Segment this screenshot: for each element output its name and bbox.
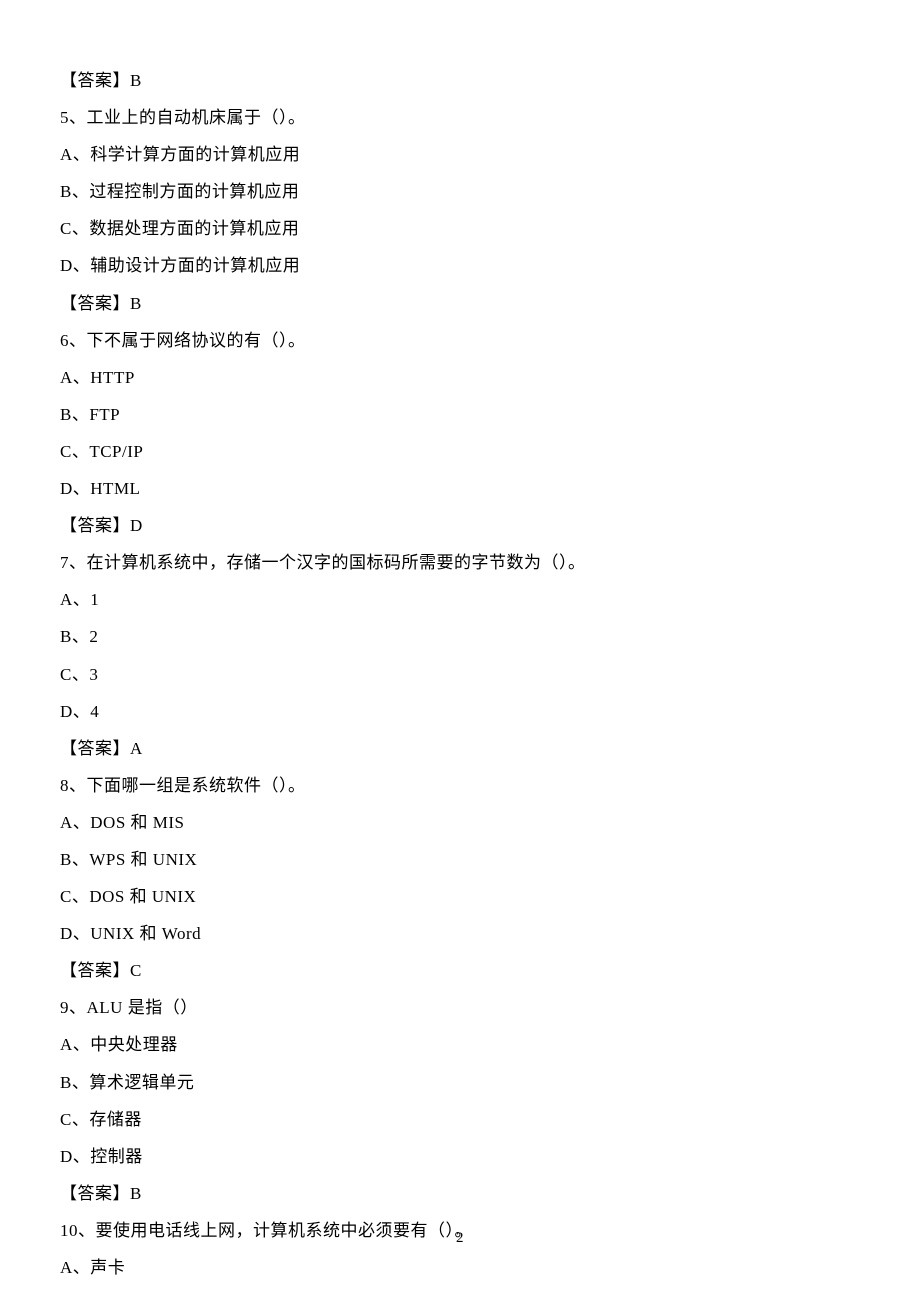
text-line: C、DOS 和 UNIX [60, 886, 860, 908]
text-line: B、过程控制方面的计算机应用 [60, 181, 860, 203]
text-line: 【答案】A [60, 738, 860, 760]
text-line: 6、下不属于网络协议的有（）。 [60, 330, 860, 352]
text-line: C、TCP/IP [60, 441, 860, 463]
document-content: 【答案】B 5、工业上的自动机床属于（）。 A、科学计算方面的计算机应用 B、过… [60, 70, 860, 1279]
text-line: D、辅助设计方面的计算机应用 [60, 255, 860, 277]
text-line: D、4 [60, 701, 860, 723]
text-line: 9、ALU 是指（） [60, 997, 860, 1019]
text-line: C、数据处理方面的计算机应用 [60, 218, 860, 240]
text-line: B、算术逻辑单元 [60, 1072, 860, 1094]
text-line: A、DOS 和 MIS [60, 812, 860, 834]
text-line: D、HTML [60, 478, 860, 500]
text-line: 8、下面哪一组是系统软件（）。 [60, 775, 860, 797]
text-line: C、3 [60, 664, 860, 686]
text-line: C、存储器 [60, 1109, 860, 1131]
text-line: 7、在计算机系统中，存储一个汉字的国标码所需要的字节数为（）。 [60, 552, 860, 574]
text-line: A、中央处理器 [60, 1034, 860, 1056]
text-line: B、WPS 和 UNIX [60, 849, 860, 871]
text-line: 【答案】B [60, 1183, 860, 1205]
text-line: B、2 [60, 626, 860, 648]
text-line: 5、工业上的自动机床属于（）。 [60, 107, 860, 129]
text-line: B、FTP [60, 404, 860, 426]
text-line: 【答案】B [60, 70, 860, 92]
text-line: D、控制器 [60, 1146, 860, 1168]
page-number: 2 [0, 1230, 920, 1247]
text-line: D、UNIX 和 Word [60, 923, 860, 945]
text-line: 【答案】B [60, 293, 860, 315]
text-line: A、HTTP [60, 367, 860, 389]
text-line: A、科学计算方面的计算机应用 [60, 144, 860, 166]
text-line: 【答案】C [60, 960, 860, 982]
text-line: A、声卡 [60, 1257, 860, 1279]
text-line: A、1 [60, 589, 860, 611]
text-line: 【答案】D [60, 515, 860, 537]
